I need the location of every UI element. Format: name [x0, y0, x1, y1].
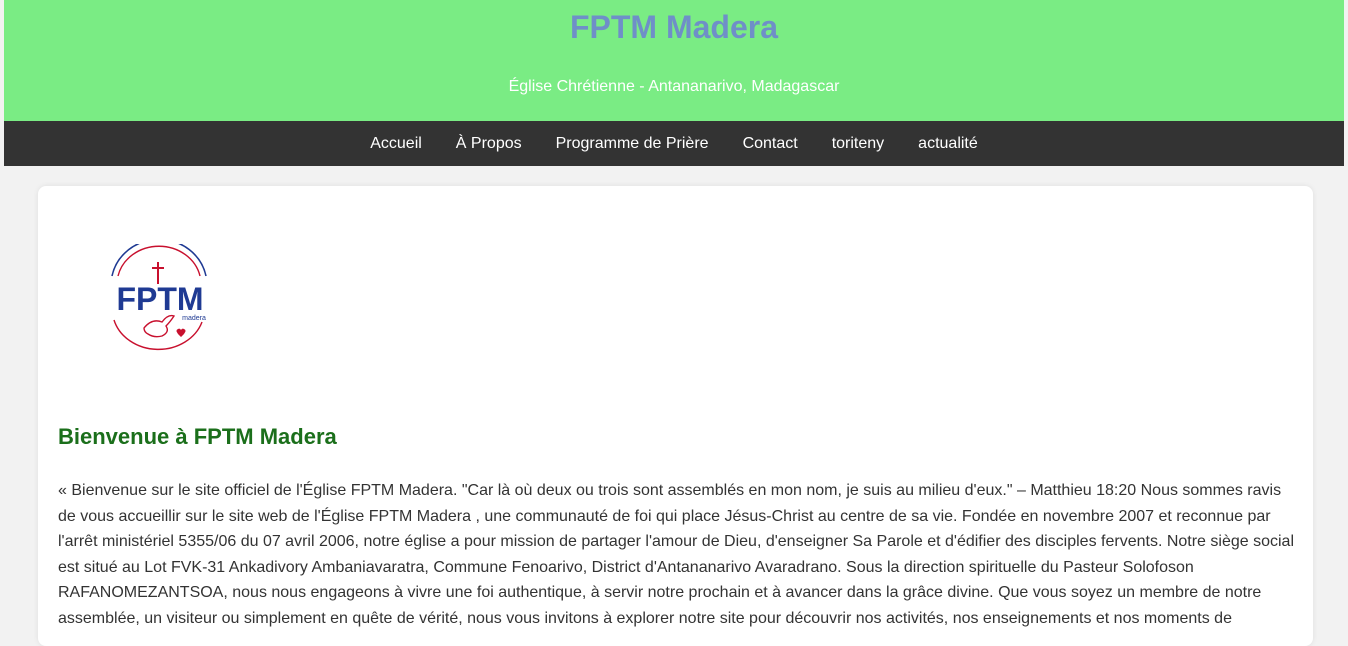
page-frame: FPTM Madera Église Chrétienne - Antanana…: [4, 0, 1344, 646]
heart-icon: [176, 328, 186, 337]
welcome-paragraph: « Bienvenue sur le site officiel de l'Ég…: [58, 482, 1294, 627]
logo-bottom-arc: [113, 319, 203, 351]
dove-icon: [143, 314, 176, 338]
nav-link-actualite[interactable]: actualité: [901, 121, 995, 166]
site-subtitle: Église Chrétienne - Antananarivo, Madaga…: [508, 78, 840, 95]
main-navigation: Accueil À Propos Programme de Prière Con…: [4, 121, 1344, 166]
nav-link-toriteny[interactable]: toriteny: [815, 121, 901, 166]
church-logo: FPTM madera: [111, 244, 207, 351]
content-card: FPTM madera Bienvenue à FPTM Madera « Bi…: [38, 186, 1313, 646]
logo-text: FPTM: [116, 281, 203, 317]
nav-link-programme-de-priere[interactable]: Programme de Prière: [539, 121, 726, 166]
logo-subtext: madera: [182, 315, 206, 322]
nav-link-contact[interactable]: Contact: [726, 121, 815, 166]
nav-link-accueil[interactable]: Accueil: [353, 121, 439, 166]
welcome-heading: Bienvenue à FPTM Madera: [58, 424, 337, 449]
site-title: FPTM Madera: [569, 9, 779, 45]
site-header: FPTM Madera Église Chrétienne - Antanana…: [4, 0, 1344, 121]
nav-link-a-propos[interactable]: À Propos: [439, 121, 539, 166]
